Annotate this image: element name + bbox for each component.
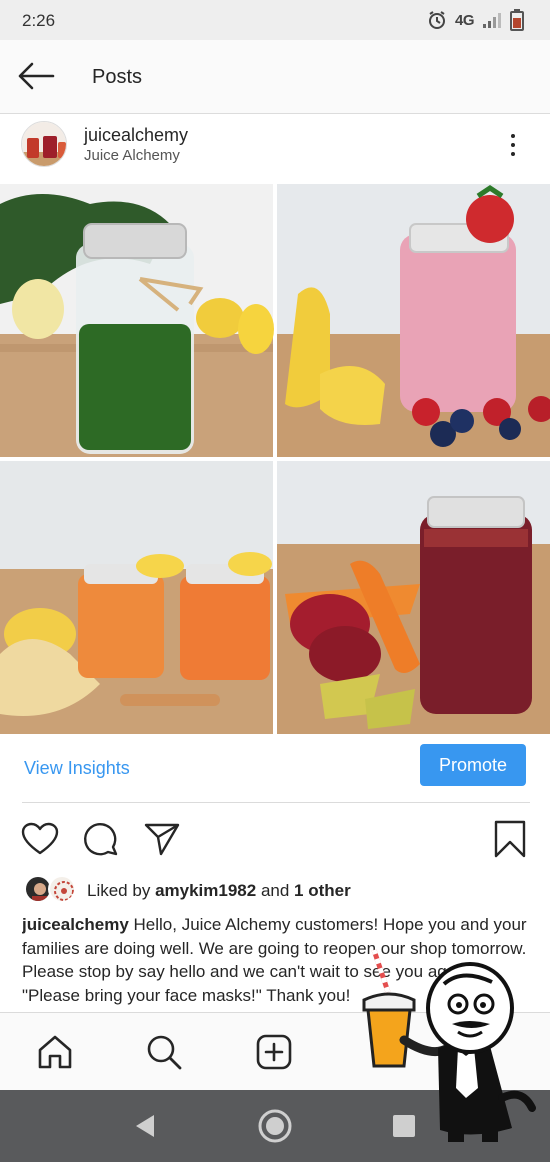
more-vertical-icon-dot xyxy=(511,152,515,156)
promote-button[interactable]: Promote xyxy=(420,744,526,786)
image-beet-carrot-juice xyxy=(277,461,550,734)
post-image[interactable] xyxy=(0,184,550,734)
divider xyxy=(22,802,530,803)
likes-summary[interactable]: Liked by amykim1982 and 1 other xyxy=(87,881,351,901)
system-home-icon[interactable] xyxy=(255,1108,295,1144)
alarm-icon xyxy=(427,10,447,30)
likes-prefix: Liked by xyxy=(87,881,151,900)
signal-icon xyxy=(482,11,502,29)
likes-conjunction: and xyxy=(260,881,290,900)
avatar[interactable] xyxy=(21,121,67,167)
arrow-left-icon xyxy=(16,61,56,96)
waiter-mascot-logo xyxy=(362,948,542,1144)
app-header: Posts xyxy=(0,40,550,114)
back-button[interactable] xyxy=(14,58,58,98)
more-options-button[interactable] xyxy=(498,128,528,162)
status-time: 2:26 xyxy=(22,11,56,30)
image-berry-smoothie xyxy=(277,184,550,457)
image-ginger-shots xyxy=(0,461,273,734)
page-title: Posts xyxy=(92,66,143,88)
status-bar: 2:26 4G xyxy=(0,0,550,40)
system-back-icon[interactable] xyxy=(124,1108,164,1144)
paper-plane-icon[interactable] xyxy=(141,818,183,860)
post-username[interactable]: juicealchemy xyxy=(84,125,188,146)
likes-others[interactable]: 1 other xyxy=(294,881,351,900)
liker-username[interactable]: amykim1982 xyxy=(155,881,256,900)
caption-username[interactable]: juicealchemy xyxy=(22,915,129,934)
more-vertical-icon-dot xyxy=(511,134,515,138)
more-vertical-icon-dot xyxy=(511,143,515,147)
action-row xyxy=(0,812,550,864)
image-green-juice xyxy=(0,184,274,457)
comment-icon[interactable] xyxy=(80,818,122,860)
insights-row: View Insights Promote xyxy=(0,734,550,802)
post-header: juicealchemy Juice Alchemy xyxy=(0,114,550,184)
view-insights-link[interactable]: View Insights xyxy=(24,758,130,779)
status-icons: 4G xyxy=(427,8,524,32)
bookmark-icon[interactable] xyxy=(489,818,531,860)
search-icon[interactable] xyxy=(143,1031,185,1073)
add-post-icon[interactable] xyxy=(253,1031,295,1073)
network-type: 4G xyxy=(454,11,475,29)
heart-icon[interactable] xyxy=(19,818,61,860)
post-display-name: Juice Alchemy xyxy=(84,147,180,164)
liker-avatar[interactable] xyxy=(48,875,76,903)
battery-icon xyxy=(510,9,524,31)
likes-row: Liked by amykim1982 and 1 other xyxy=(0,872,550,908)
home-icon[interactable] xyxy=(34,1031,76,1073)
